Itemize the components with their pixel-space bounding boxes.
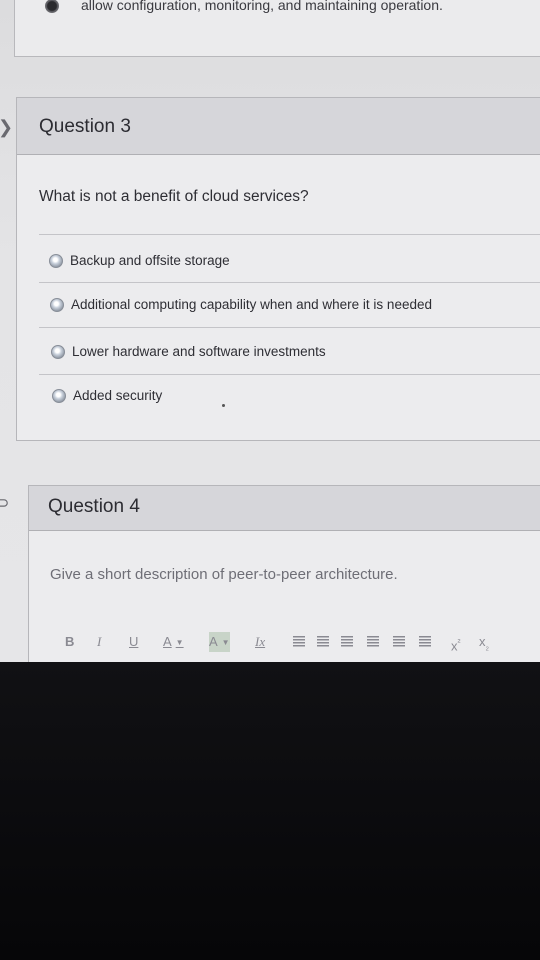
align-center-icon[interactable] <box>317 636 329 648</box>
radio-button[interactable] <box>50 298 64 312</box>
superscript-mark-icon: ² <box>457 637 461 647</box>
question-3-card: Question 3 What is not a benefit of clou… <box>16 97 540 441</box>
question-3-header: Question 3 <box>17 98 540 155</box>
highlight-label: A <box>209 634 218 649</box>
highlight-button[interactable]: A ▼ <box>209 632 230 652</box>
clear-format-button[interactable]: Ix <box>255 632 265 652</box>
question-3-title: Question 3 <box>39 116 131 137</box>
flag-icon[interactable]: ⊃ <box>0 496 9 512</box>
editor-toolbar: B I U A ▼ A ▼ Ix x² x₂ <box>59 632 540 654</box>
underline-button[interactable]: U <box>129 632 138 652</box>
divider <box>39 327 540 328</box>
divider <box>39 234 540 235</box>
align-right-icon[interactable] <box>341 636 353 648</box>
answer-option-label: Backup and offsite storage <box>70 253 230 268</box>
selected-radio[interactable] <box>45 0 59 13</box>
indent-icon[interactable] <box>393 636 405 648</box>
align-left-icon[interactable] <box>293 636 305 648</box>
font-color-label: A <box>163 634 172 649</box>
answer-option-label: Lower hardware and software investments <box>72 344 326 359</box>
chevron-right-icon[interactable]: ❯ <box>0 118 13 136</box>
selected-answer-label: allow configuration, monitoring, and mai… <box>81 0 443 13</box>
subscript-button[interactable]: x₂ <box>479 632 489 652</box>
monitor-bezel <box>0 662 540 960</box>
question-2-card: allow configuration, monitoring, and mai… <box>14 0 540 57</box>
font-color-button[interactable]: A ▼ <box>163 632 184 652</box>
question-4-header: Question 4 <box>29 486 540 531</box>
outdent-icon[interactable] <box>419 636 431 648</box>
radio-button[interactable] <box>52 389 66 403</box>
caret-down-icon: ▼ <box>175 637 184 647</box>
radio-button[interactable] <box>51 345 65 359</box>
quiz-page: allow configuration, monitoring, and mai… <box>0 0 540 662</box>
answer-option-label: Added security <box>73 388 163 403</box>
superscript-button[interactable]: x² <box>451 632 461 653</box>
divider <box>39 282 540 283</box>
question-3-prompt: What is not a benefit of cloud services? <box>39 188 309 205</box>
question-4-prompt: Give a short description of peer-to-peer… <box>50 566 398 583</box>
radio-button[interactable] <box>49 254 63 268</box>
question-4-title: Question 4 <box>48 496 140 517</box>
bold-button[interactable]: B <box>65 632 74 652</box>
subscript-mark-icon: ₂ <box>485 641 490 652</box>
divider <box>39 374 540 375</box>
italic-button[interactable]: I <box>97 632 101 652</box>
screen-speck <box>222 404 225 407</box>
caret-down-icon: ▼ <box>221 637 230 647</box>
answer-option-label: Additional computing capability when and… <box>71 297 432 312</box>
question-4-card: Question 4 Give a short description of p… <box>28 485 540 662</box>
align-justify-icon[interactable] <box>367 636 379 648</box>
